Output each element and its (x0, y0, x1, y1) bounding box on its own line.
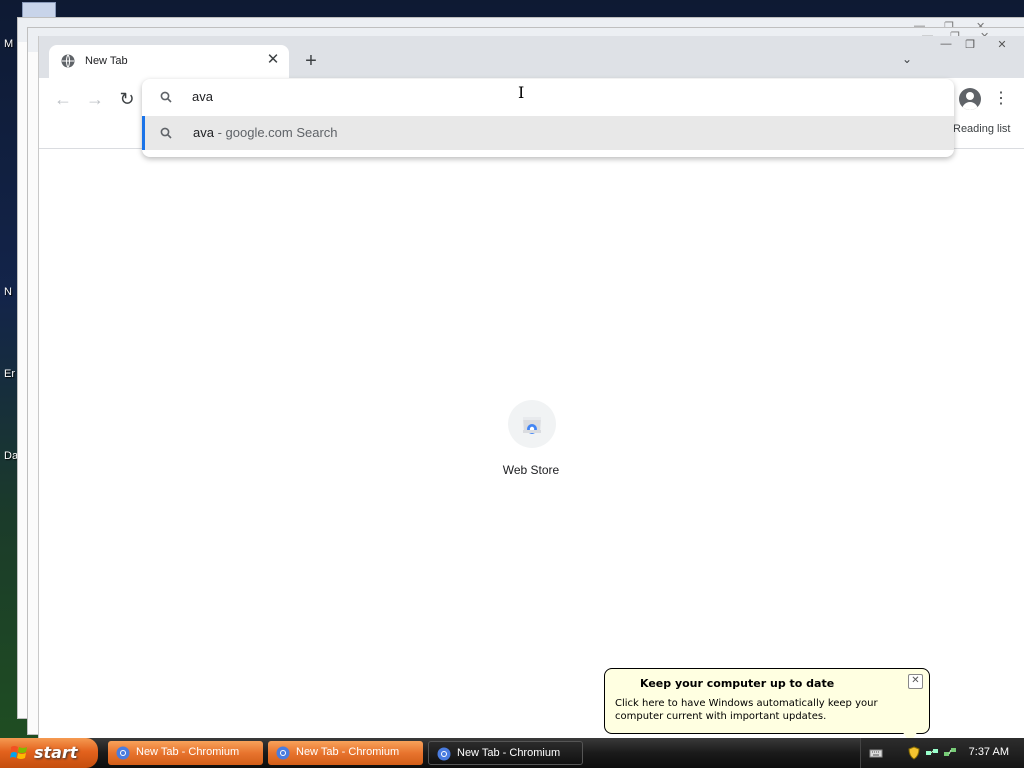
forward-button[interactable]: → (83, 88, 107, 110)
web-store-icon (523, 417, 541, 434)
minimize-icon[interactable]: — (935, 38, 957, 52)
chromium-icon (276, 746, 290, 760)
desktop-label-fragment[interactable]: M (4, 38, 13, 50)
search-icon (160, 127, 172, 139)
suggestion-suffix: - google.com Search (213, 125, 338, 140)
suggestion-query: ava (193, 125, 214, 140)
suggestion-text: ava - google.com Search (193, 125, 338, 140)
tab-search-chevron-icon[interactable]: ⌄ (899, 52, 915, 68)
omnibox-input[interactable]: ava (192, 89, 213, 104)
close-icon[interactable]: ✕ (991, 38, 1013, 52)
new-tab-button[interactable]: + (301, 51, 321, 71)
chromium-icon (116, 746, 130, 760)
taskbar-button-chromium-active[interactable]: New Tab - Chromium (428, 741, 583, 765)
security-shield-icon[interactable] (907, 746, 921, 760)
reload-button[interactable]: ↻ (115, 88, 139, 110)
keyboard-icon[interactable] (869, 746, 883, 760)
network-icon[interactable] (925, 746, 939, 760)
update-notification-balloon[interactable]: Keep your computer up to date ✕ Click he… (604, 668, 930, 734)
web-store-shortcut[interactable] (508, 400, 556, 448)
globe-icon (61, 54, 75, 68)
network-icon[interactable] (943, 746, 957, 760)
text-cursor-icon: I (518, 83, 525, 102)
taskbar: start New Tab - Chromium New Tab - Chrom… (0, 738, 1024, 768)
taskbar-button-label: New Tab - Chromium (457, 747, 561, 759)
balloon-body[interactable]: Click here to have Windows automatically… (615, 697, 919, 723)
reading-list-button[interactable]: Reading list (953, 123, 1010, 135)
balloon-close-icon[interactable]: ✕ (908, 674, 923, 689)
tab-title: New Tab (85, 55, 128, 67)
web-store-label[interactable]: Web Store (490, 463, 572, 477)
start-button[interactable]: start (0, 738, 98, 768)
system-tray: 7:37 AM (860, 738, 1024, 768)
tab-strip[interactable]: New Tab ✕ + ⌄ — ❐ ✕ (39, 36, 1024, 78)
desktop-label-fragment[interactable]: N (4, 286, 12, 298)
taskbar-clock[interactable]: 7:37 AM (969, 746, 1009, 758)
maximize-icon[interactable]: ❐ (959, 38, 981, 52)
desktop-label-fragment[interactable]: Er (4, 368, 15, 380)
desktop-label-fragment[interactable]: Da (4, 450, 18, 462)
browser-menu-icon[interactable]: ⋮ (991, 88, 1011, 110)
omnibox-dropdown: ava ava - google.com Search (142, 79, 954, 157)
windows-flag-icon (10, 746, 27, 759)
chromium-icon (437, 747, 451, 761)
tab-new-tab[interactable]: New Tab ✕ (49, 45, 289, 78)
tab-close-icon[interactable]: ✕ (265, 52, 281, 68)
taskbar-button-chromium[interactable]: New Tab - Chromium (268, 741, 423, 765)
back-button[interactable]: ← (51, 88, 75, 110)
balloon-title: Keep your computer up to date (640, 677, 835, 690)
omnibox-suggestion-row[interactable]: ava - google.com Search (142, 116, 954, 150)
taskbar-button-label: New Tab - Chromium (296, 746, 400, 758)
taskbar-button-chromium[interactable]: New Tab - Chromium (108, 741, 263, 765)
taskbar-button-label: New Tab - Chromium (136, 746, 240, 758)
search-icon (160, 91, 172, 103)
start-label: start (34, 743, 78, 762)
profile-avatar-icon[interactable] (959, 88, 981, 110)
